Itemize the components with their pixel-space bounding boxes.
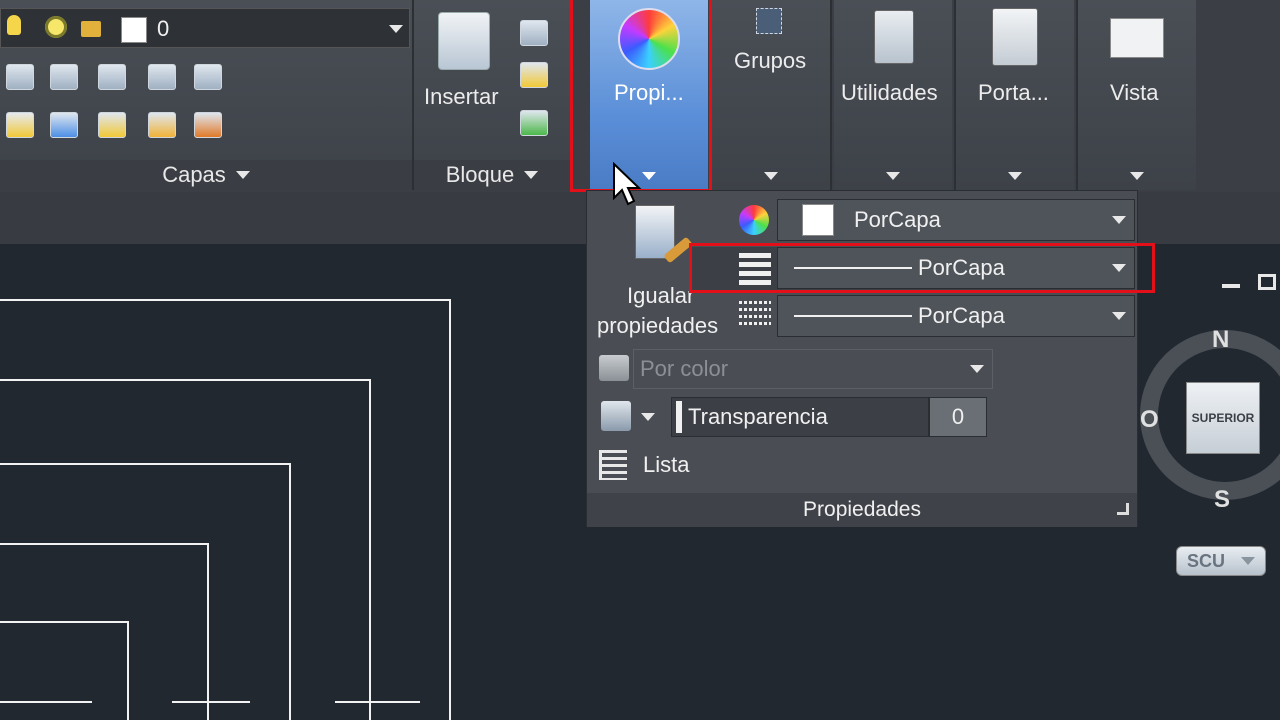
chevron-down-icon [886, 172, 900, 180]
viewcube-top-face[interactable]: SUPERIOR [1186, 382, 1260, 454]
clipboard-button[interactable]: Porta... [956, 0, 1074, 190]
block-panel-title: Bloque [445, 162, 515, 187]
list-button[interactable]: Lista [599, 447, 719, 483]
folder-view-icon [1110, 18, 1164, 58]
linetype-icon [739, 301, 771, 329]
edit-block-icon[interactable] [520, 62, 548, 88]
chevron-down-icon [1112, 312, 1126, 320]
chevron-down-icon [524, 171, 539, 179]
layer-delete-icon[interactable] [194, 112, 222, 138]
chevron-down-icon [1241, 557, 1256, 565]
layers-panel-title: Capas [162, 162, 226, 187]
chevron-down-icon[interactable] [641, 413, 655, 421]
panel-divider [830, 0, 832, 190]
ucs-label: SCU [1187, 550, 1226, 571]
color-swatch [802, 204, 834, 236]
maximize-icon[interactable] [1258, 274, 1276, 290]
utilities-button[interactable]: Utilidades [834, 0, 952, 190]
slider-thumb[interactable] [676, 401, 682, 433]
transparency-value-field[interactable]: 0 [929, 397, 987, 437]
match-properties-label-line2: propiedades [597, 313, 719, 338]
edit-attributes-icon[interactable] [520, 110, 548, 136]
layer-name: 0 [157, 16, 170, 41]
chevron-down-icon [1130, 172, 1144, 180]
calculator-icon [874, 10, 914, 64]
ucs-menu-button[interactable]: SCU [1176, 546, 1266, 576]
transparency-slider[interactable]: Transparencia [671, 397, 929, 437]
lightbulb-icon[interactable] [7, 15, 21, 35]
unlock-icon[interactable] [81, 21, 101, 37]
object-color-value: PorCapa [854, 207, 941, 232]
transparency-label: Transparencia [688, 404, 828, 429]
plot-style-dropdown[interactable]: Por color [633, 349, 993, 389]
layer-thaw-icon[interactable] [98, 112, 126, 138]
layer-color-swatch [121, 17, 147, 43]
chevron-down-icon[interactable] [389, 25, 403, 33]
transparency-value: 0 [951, 404, 965, 429]
list-label: Lista [643, 452, 690, 477]
layer-properties-icon[interactable] [6, 64, 34, 90]
layer-match-icon[interactable] [194, 64, 222, 90]
properties-panel-footer: Propiedades [587, 493, 1137, 527]
compass-west[interactable]: O [1140, 406, 1159, 434]
layer-on-icon[interactable] [6, 112, 34, 138]
dialog-launcher-icon[interactable] [1117, 503, 1129, 515]
viewcube-face-label: SUPERIOR [1191, 411, 1255, 425]
line-sample [794, 315, 912, 317]
match-properties-label-line1: Igualar [627, 283, 695, 308]
insert-button[interactable]: Insertar [418, 10, 510, 110]
lineweight-highlight-frame [689, 243, 1155, 293]
chevron-down-icon [1112, 216, 1126, 224]
chevron-down-icon [764, 172, 778, 180]
layer-unlock-icon[interactable] [148, 112, 176, 138]
group-icon [756, 8, 782, 34]
groups-button[interactable]: Grupos [712, 0, 830, 190]
chevron-down-icon [970, 365, 984, 373]
compass-south[interactable]: S [1214, 486, 1230, 514]
block-panel-footer[interactable]: Bloque [414, 160, 570, 190]
chevron-down-icon [235, 171, 250, 179]
layer-dropdown[interactable]: 0 [0, 8, 410, 48]
layer-states-icon[interactable] [50, 64, 78, 90]
plot-style-value: Por color [640, 356, 729, 381]
create-block-icon[interactable] [520, 20, 548, 46]
layers-panel-footer[interactable]: Capas [0, 160, 412, 190]
list-icon [599, 450, 627, 480]
properties-dropdown-panel: Igualar propiedades PorCapa PorCapa PorC… [586, 190, 1155, 527]
layer-lock-icon[interactable] [148, 64, 176, 90]
layer-isolate-icon[interactable] [98, 64, 126, 90]
linetype-dropdown[interactable]: PorCapa [777, 295, 1135, 337]
plot-style-icon [599, 355, 629, 381]
object-color-icon [739, 205, 769, 235]
mouse-cursor [613, 162, 642, 206]
view-button[interactable]: Vista [1078, 0, 1196, 190]
properties-panel-title: Propiedades [803, 498, 921, 521]
compass-north[interactable]: N [1212, 326, 1229, 354]
minimize-icon[interactable] [1222, 284, 1240, 288]
layer-previous-icon[interactable] [50, 112, 78, 138]
chevron-down-icon [1008, 172, 1022, 180]
linetype-value: PorCapa [918, 303, 1005, 328]
transparency-icon[interactable] [601, 401, 631, 431]
sun-icon[interactable] [45, 16, 67, 38]
object-color-dropdown[interactable]: PorCapa [777, 199, 1135, 241]
clipboard-icon [992, 8, 1038, 66]
insert-block-icon [438, 12, 490, 70]
